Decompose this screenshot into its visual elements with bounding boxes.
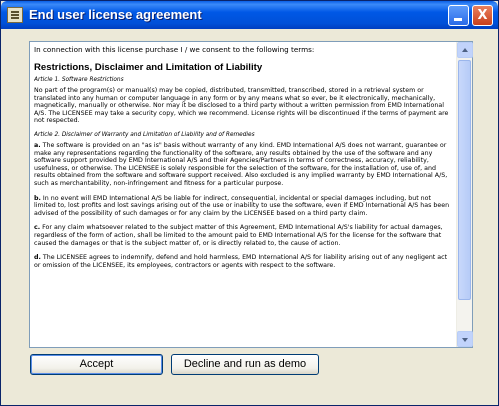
title-bar[interactable]: End user license agreement X bbox=[1, 1, 498, 29]
window-title: End user license agreement bbox=[29, 7, 202, 22]
article-2-para-d: d. The LICENSEE agrees to indemnify, def… bbox=[34, 254, 454, 269]
para-a-text: The software is provided on an "as is" b… bbox=[34, 141, 448, 187]
scroll-up-button[interactable] bbox=[457, 42, 473, 58]
article-1-title: Article 1. Software Restrictions bbox=[34, 77, 124, 83]
license-intro: In connection with this license purchase… bbox=[34, 45, 315, 54]
license-text-box[interactable]: In connection with this license purchase… bbox=[29, 41, 473, 348]
para-d-label: d. bbox=[34, 254, 41, 262]
license-heading: Restrictions, Disclaimer and Limitation … bbox=[34, 62, 263, 73]
license-dialog: End user license agreement X In connecti… bbox=[0, 0, 499, 406]
close-icon: X bbox=[477, 8, 488, 23]
para-b-text: In no event will EMD International A/S b… bbox=[34, 194, 450, 217]
para-d-text: The LICENSEE agrees to indemnify, defend… bbox=[34, 254, 448, 269]
article-1-text: No part of the program(s) or manual(s) m… bbox=[34, 87, 449, 125]
para-c-text: For any claim whatsoever related to the … bbox=[34, 224, 443, 247]
decline-demo-button[interactable]: Decline and run as demo bbox=[171, 354, 319, 375]
scroll-down-button[interactable] bbox=[457, 331, 473, 347]
para-c-label: c. bbox=[34, 224, 41, 232]
vertical-scrollbar[interactable] bbox=[456, 42, 473, 347]
accept-button[interactable]: Accept bbox=[30, 354, 163, 375]
minimize-button[interactable] bbox=[448, 5, 469, 26]
para-a-label: a. bbox=[34, 141, 41, 149]
document-icon bbox=[7, 7, 23, 23]
close-button[interactable]: X bbox=[472, 5, 493, 26]
article-2-para-c: c. For any claim whatsoever related to t… bbox=[34, 224, 454, 247]
article-2-para-a: a. The software is provided on an "as is… bbox=[34, 142, 454, 188]
article-2-title: Article 2. Disclaimer of Warranty and Li… bbox=[34, 131, 255, 138]
para-b-label: b. bbox=[34, 194, 41, 202]
license-text: In connection with this license purchase… bbox=[34, 45, 454, 345]
scroll-thumb[interactable] bbox=[458, 60, 471, 300]
article-2-para-b: b. In no event will EMD International A/… bbox=[34, 195, 454, 218]
